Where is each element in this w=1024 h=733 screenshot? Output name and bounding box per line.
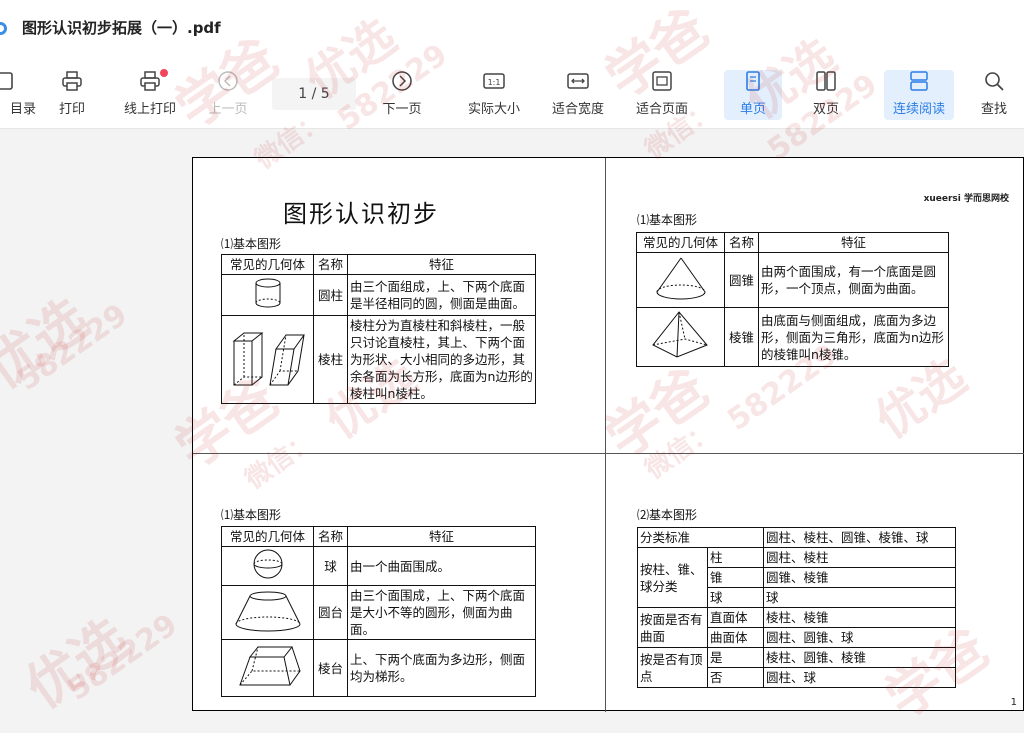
printer-icon <box>62 71 82 91</box>
actual-size-button[interactable]: 1:1 实际大小 <box>462 70 526 120</box>
document-title: 图形认识初步拓展（一）.pdf <box>22 19 221 37</box>
sphere-figure <box>221 546 314 586</box>
panel-divider-vertical <box>605 158 606 712</box>
table-row: 棱台 上、下两个底面为多边形，侧面均为梯形。 <box>221 639 536 697</box>
pyramid-figure <box>636 307 725 367</box>
double-page-button[interactable]: 双页 <box>794 70 858 120</box>
table-header-row: 常见的几何体 名称 特征 <box>636 232 949 253</box>
table-row: 棱锥 由底面与侧面组成，底面为多边形，侧面为三角形，底面为n边形的棱锥叫n棱锥。 <box>636 307 949 367</box>
brand-logo: xueersi 学而思网校 <box>923 194 1009 204</box>
cone-figure <box>636 252 725 308</box>
fit-width-button[interactable]: 适合宽度 <box>546 70 610 120</box>
next-page-icon <box>392 71 412 91</box>
watermark: 优选 <box>14 606 140 721</box>
single-page-button[interactable]: 单页 <box>724 70 782 120</box>
title-bar: 图形认识初步拓展（一）.pdf <box>0 0 1024 52</box>
single-page-icon <box>746 71 760 91</box>
notification-dot <box>160 69 168 77</box>
section-heading: ⑴基本图形 <box>221 237 282 251</box>
page-title: 图形认识初步 <box>283 200 439 228</box>
shape-table-1: 常见的几何体 名称 特征 圆柱 由三个面组成，上、下两个底面是半径相同的圆，侧面… <box>221 254 536 404</box>
previous-page-button[interactable]: 上一页 <box>196 70 260 120</box>
section-heading: ⑴基本图形 <box>221 508 282 522</box>
prism-figure <box>221 315 314 404</box>
online-print-button[interactable]: 线上打印 <box>118 69 182 120</box>
watermark: 582229 <box>61 607 184 708</box>
previous-page-icon <box>218 71 238 91</box>
watermark: 优选 <box>0 286 100 401</box>
toolbar: 目录 打印 线上打印 上一页 1 / 5 下一页 1:1 实际大小 适合宽度 适… <box>0 52 1024 129</box>
app-logo-icon <box>0 22 7 35</box>
prism-frustum-figure <box>221 639 314 697</box>
toc-button[interactable]: 目录 <box>0 70 36 120</box>
frustum-figure <box>221 585 314 640</box>
panel-divider-horizontal <box>193 453 1024 454</box>
continuous-read-icon <box>910 71 928 91</box>
table-row: 按面是否有曲面 直面体 棱柱、棱锥 <box>637 607 957 648</box>
search-button[interactable]: 查找 <box>962 70 1024 120</box>
table-row: 按柱、锥、球分类 柱 圆柱、棱柱 <box>637 547 957 608</box>
online-print-icon <box>140 71 160 91</box>
table-row: 球 由一个曲面围成。 <box>221 546 536 586</box>
section-heading: ⑵基本图形 <box>637 508 698 522</box>
document-page: 图形认识初步 ⑴基本图形 常见的几何体 名称 特征 圆柱 由三个面组成，上、下两… <box>192 157 1024 712</box>
table-row: 圆锥 由两个面围成，有一个底面是圆形，一个顶点，侧面为曲面。 <box>636 252 949 308</box>
cylinder-figure <box>221 274 314 316</box>
fit-page-button[interactable]: 适合页面 <box>630 70 694 120</box>
watermark: 582229 <box>11 297 134 398</box>
table-header-row: 常见的几何体 名称 特征 <box>221 254 536 275</box>
page-indicator[interactable]: 1 / 5 <box>272 78 356 110</box>
svg-text:1:1: 1:1 <box>488 78 501 87</box>
shape-table-3: 常见的几何体 名称 特征 球 由一个曲面围成。 圆台 由三个面围成，上、下两个底… <box>221 526 536 697</box>
table-header-row: 分类标准 圆柱、棱柱、圆锥、棱锥、球 <box>636 527 957 548</box>
print-button[interactable]: 打印 <box>40 70 104 120</box>
search-icon <box>985 72 1004 91</box>
page-number: 1 <box>1010 697 1017 708</box>
section-heading: ⑴基本图形 <box>637 213 698 227</box>
table-row: 圆柱 由三个面组成，上、下两个底面是半径相同的圆，侧面是曲面。 <box>221 274 536 316</box>
fit-width-icon <box>567 73 589 89</box>
fit-page-icon <box>652 71 672 91</box>
table-header-row: 常见的几何体 名称 特征 <box>221 526 536 547</box>
table-row: 按是否有顶点 是 棱柱、圆锥、棱锥 <box>637 647 957 688</box>
continuous-read-button[interactable]: 连续阅读 <box>884 70 954 120</box>
classification-table: 分类标准 圆柱、棱柱、圆锥、棱锥、球 按柱、锥、球分类 柱 圆柱、棱柱 锥 圆锥… <box>636 527 957 688</box>
actual-size-icon: 1:1 <box>483 73 505 89</box>
shape-table-2: 常见的几何体 名称 特征 圆锥 由两个面围成，有一个底面是圆形，一个顶点，侧面为… <box>636 232 949 367</box>
double-page-icon <box>816 71 836 91</box>
table-row: 圆台 由三个面围成，上、下两个底面是大小不等的圆形，侧面为曲面。 <box>221 585 536 640</box>
table-row: 棱柱 棱柱分为直棱柱和斜棱柱，一般只讨论直棱柱，其上、下两个面为形状、大小相同的… <box>221 315 536 404</box>
toc-icon <box>0 72 13 90</box>
next-page-button[interactable]: 下一页 <box>370 70 434 120</box>
